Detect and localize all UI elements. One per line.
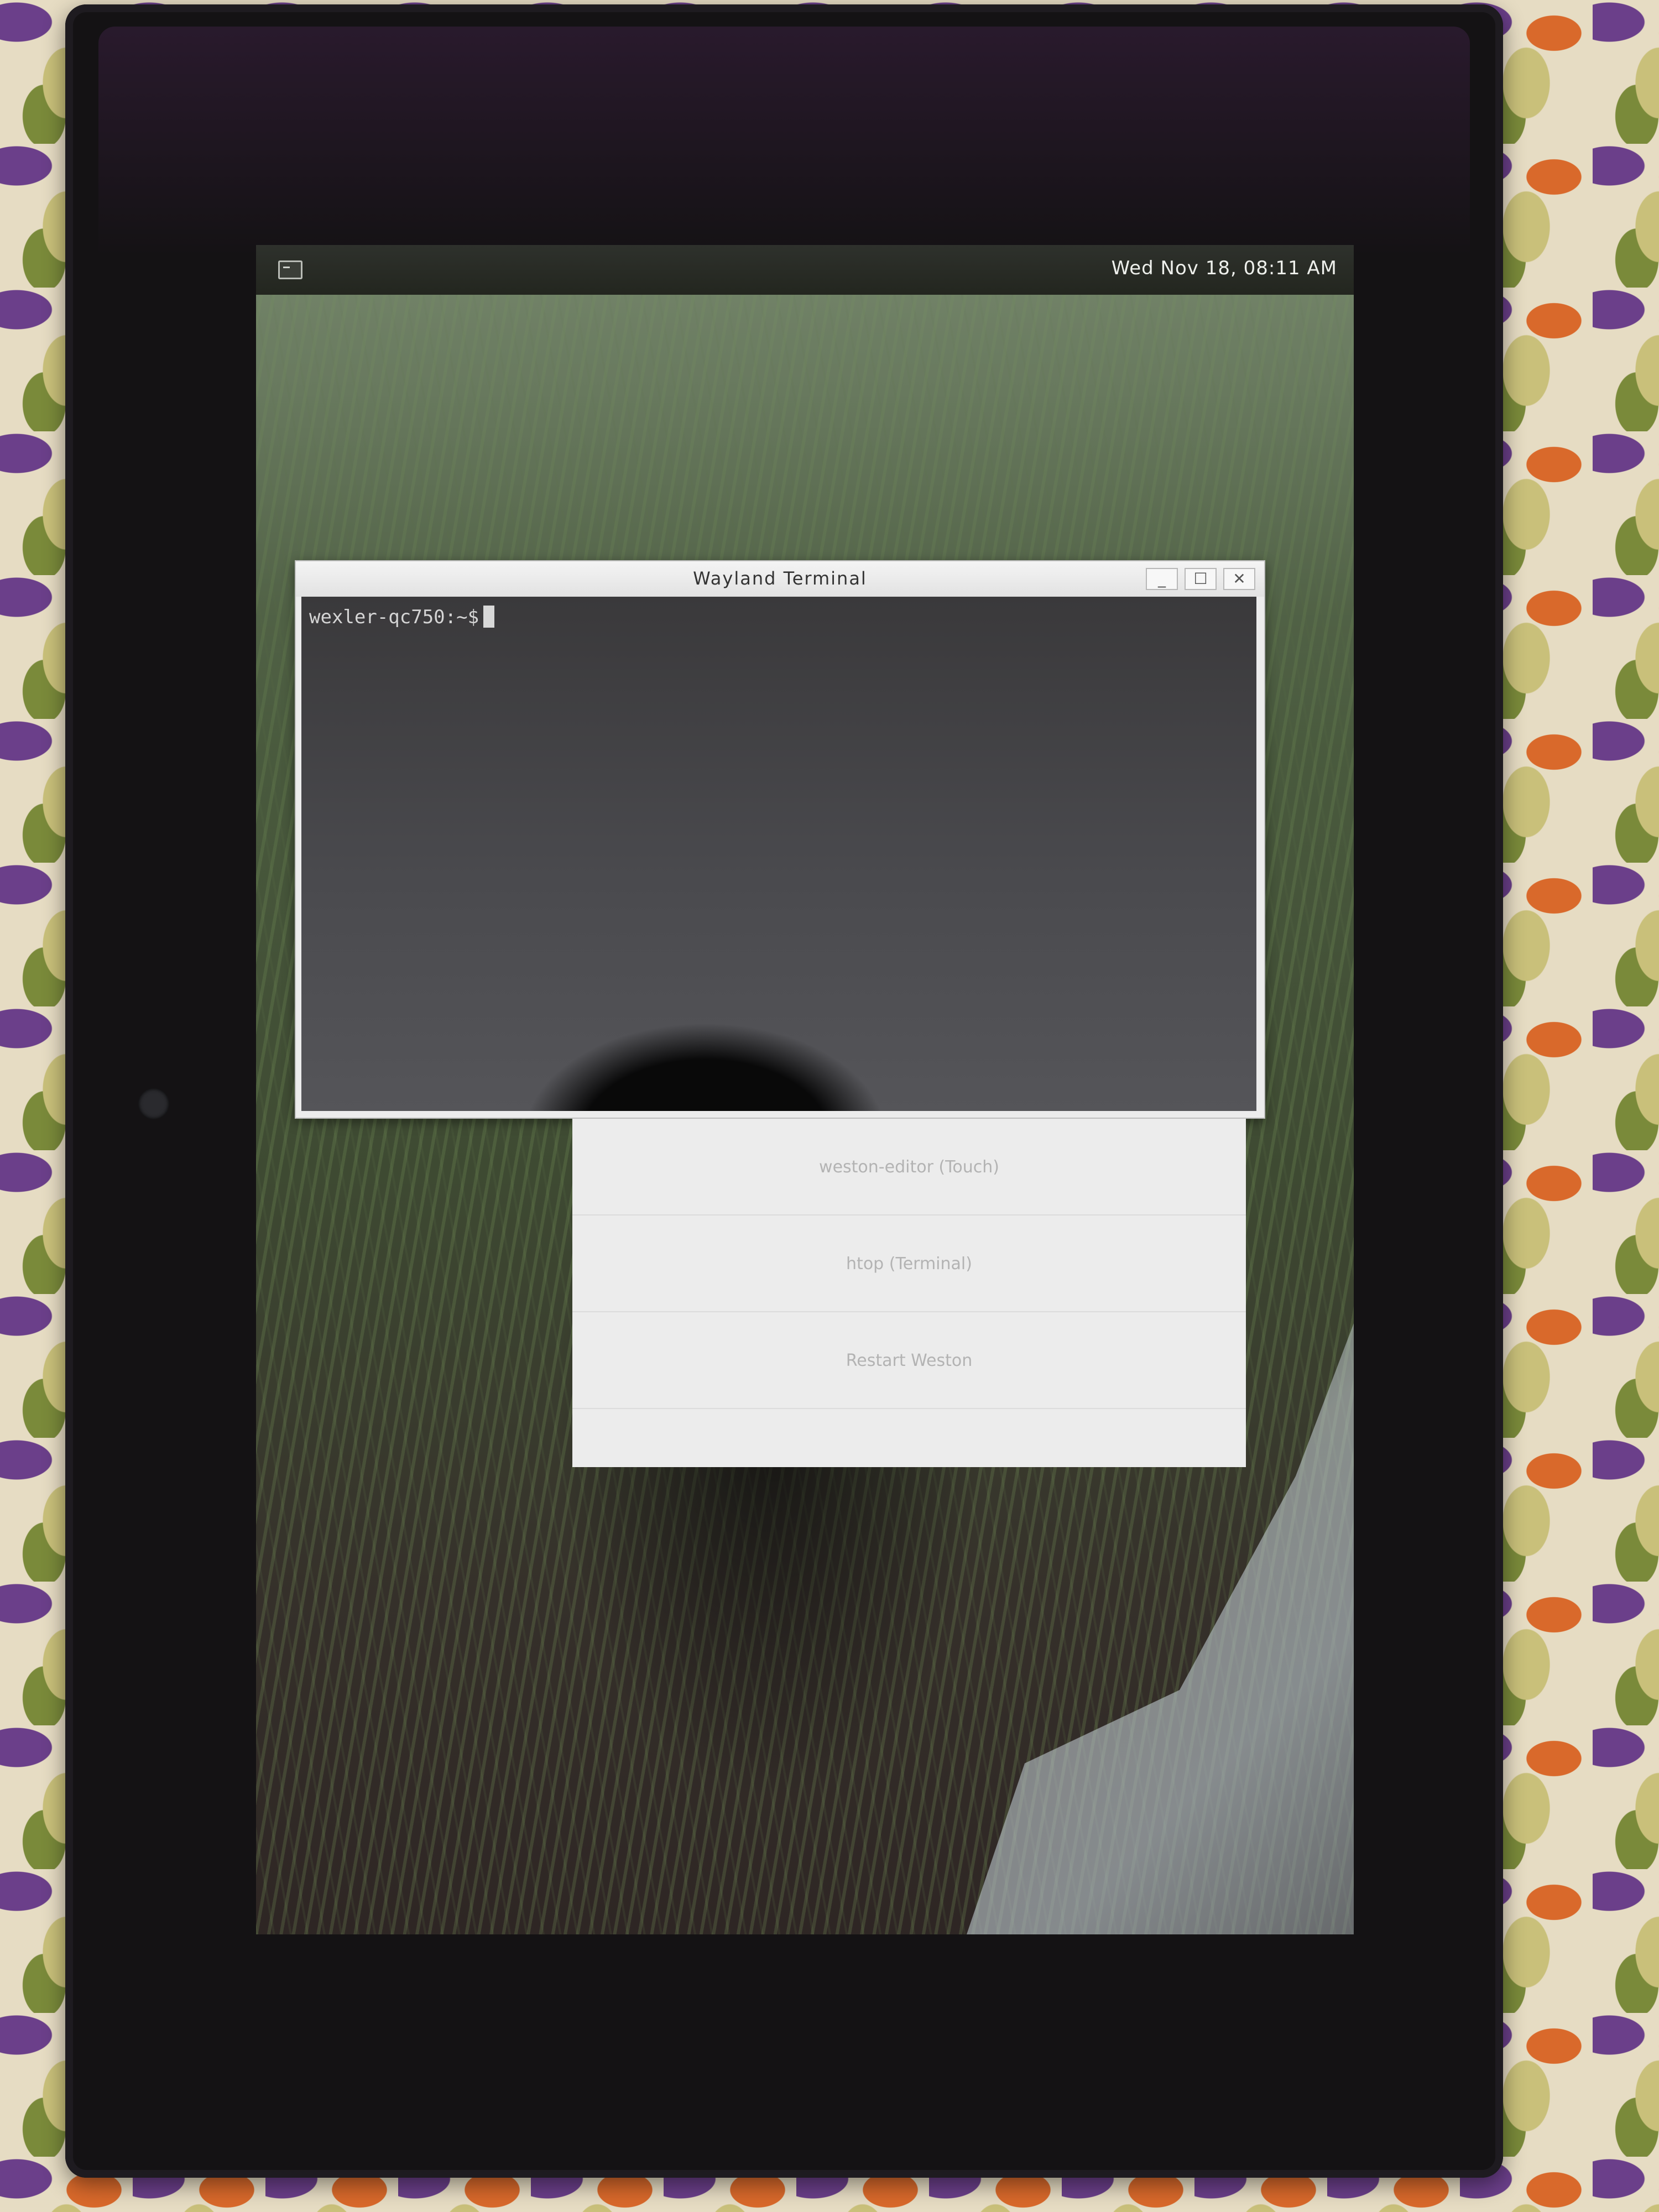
menu-item-restart-weston[interactable]: Restart Weston — [572, 1312, 1246, 1409]
shell-prompt: wexler-qc750:~$ — [309, 606, 479, 628]
launcher-menu: weston-editor (Touch) htop (Terminal) Re… — [572, 1119, 1246, 1467]
terminal-launcher-icon[interactable] — [278, 260, 302, 279]
terminal-window[interactable]: Wayland Terminal _ ☐ ✕ wexler-qc750:~$ — [295, 560, 1265, 1119]
terminal-body[interactable]: wexler-qc750:~$ — [301, 597, 1256, 1111]
terminal-titlebar[interactable]: Wayland Terminal _ ☐ ✕ — [296, 561, 1264, 597]
minimize-button[interactable]: _ — [1146, 568, 1178, 590]
tablet-device: Wed Nov 18, 08:11 AM Wayland Terminal _ … — [65, 4, 1503, 2178]
menu-item-weston-editor[interactable]: weston-editor (Touch) — [572, 1119, 1246, 1215]
front-camera — [138, 1088, 169, 1119]
panel-clock: Wed Nov 18, 08:11 AM — [1111, 257, 1337, 279]
terminal-reflection — [478, 973, 932, 1111]
tablet-screen: Wed Nov 18, 08:11 AM Wayland Terminal _ … — [256, 245, 1354, 1934]
bezel-glare — [98, 27, 1470, 259]
maximize-button[interactable]: ☐ — [1185, 568, 1217, 590]
shell-prompt-line: wexler-qc750:~$ — [309, 606, 495, 628]
top-panel: Wed Nov 18, 08:11 AM — [256, 245, 1354, 295]
menu-item-htop[interactable]: htop (Terminal) — [572, 1215, 1246, 1312]
text-cursor — [483, 606, 495, 628]
close-button[interactable]: ✕ — [1223, 568, 1255, 590]
window-title: Wayland Terminal — [693, 568, 867, 589]
